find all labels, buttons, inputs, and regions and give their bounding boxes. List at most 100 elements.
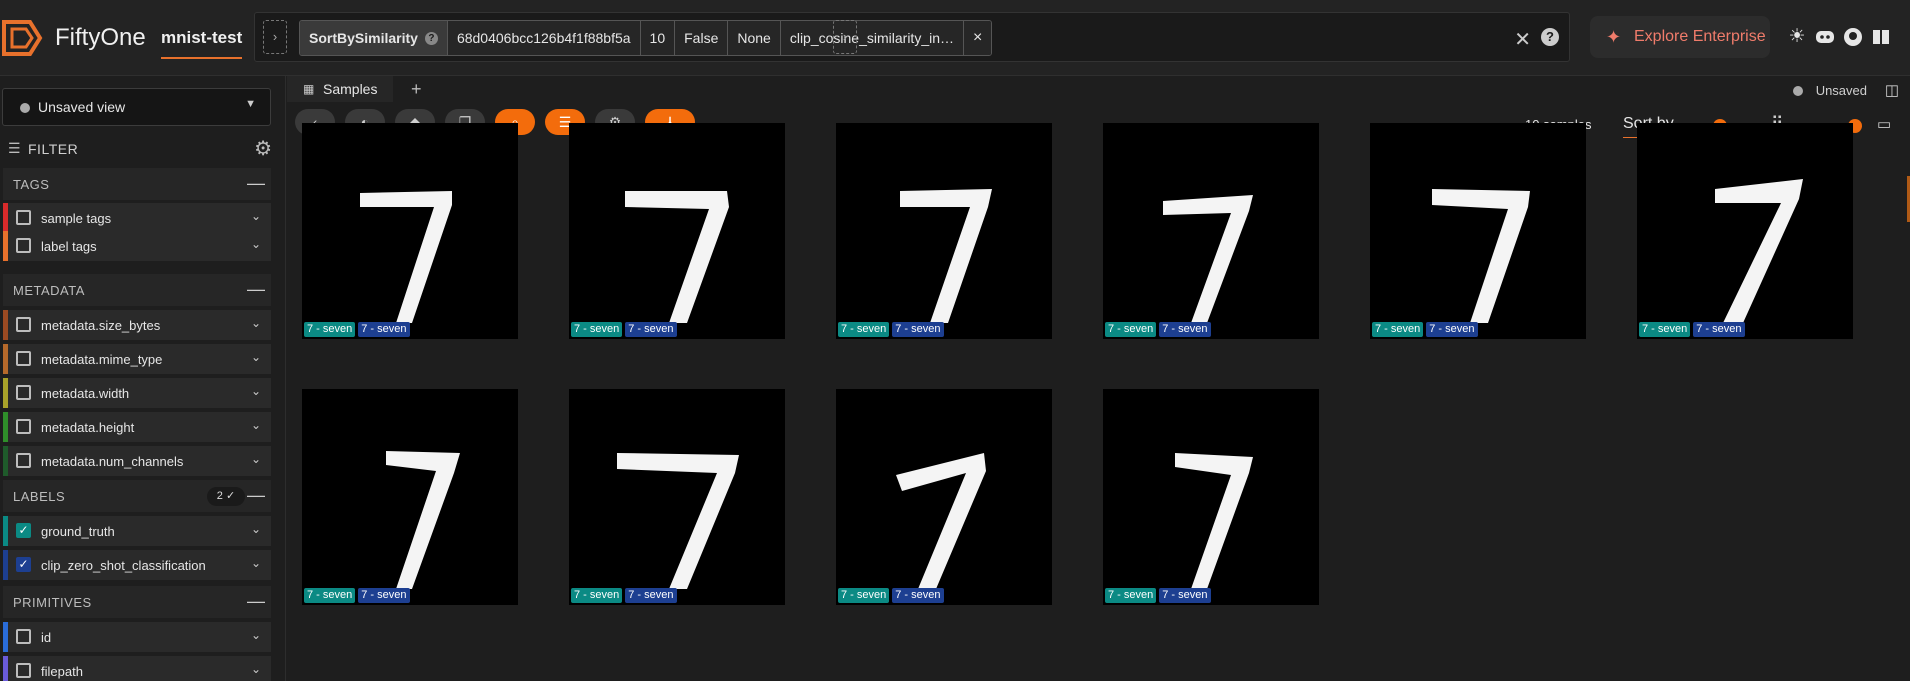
view-bar-expand-left-icon[interactable]: › [263,20,287,54]
field-metadata-size-bytes[interactable]: metadata.size_bytes ⌄ [3,310,271,340]
field-metadata-height[interactable]: metadata.height ⌄ [3,412,271,442]
field-checkbox-checked[interactable]: ✓ [16,523,31,538]
brand-name[interactable]: FiftyOne [55,24,146,52]
view-bar-help-icon[interactable]: ? [1541,28,1559,46]
clip-prediction-tag: 7 - seven [625,588,677,603]
field-checkbox[interactable] [16,238,31,253]
section-metadata[interactable]: METADATA — [3,274,271,306]
clip-prediction-tag: 7 - seven [1426,322,1478,337]
dataset-selector[interactable]: mnist-test [161,28,243,59]
ground-truth-tag: 7 - seven [304,588,356,603]
section-tags[interactable]: TAGS — [3,168,271,200]
sample-tile[interactable]: 7 - seven 7 - seven [1103,389,1319,605]
field-checkbox[interactable] [16,385,31,400]
field-clip-zero-shot-classification[interactable]: ✓ clip_zero_shot_classification ⌄ [3,550,271,580]
sample-tile[interactable]: 7 - seven 7 - seven [1103,123,1319,339]
section-primitives[interactable]: PRIMITIVES — [3,586,271,618]
field-checkbox[interactable] [16,629,31,644]
section-label: METADATA [13,283,85,298]
theme-toggle-sun-icon[interactable]: ☀ [1786,26,1808,48]
chevron-down-icon[interactable]: ⌄ [251,237,261,251]
github-icon[interactable] [1842,26,1864,48]
discord-icon[interactable] [1814,26,1836,48]
stage-name[interactable]: SortBySimilarity ? [300,21,448,55]
field-label: metadata.width [41,386,130,401]
ground-truth-tag: 7 - seven [571,322,623,337]
ground-truth-tag: 7 - seven [1639,322,1691,337]
field-metadata-mime-type[interactable]: metadata.mime_type ⌄ [3,344,271,374]
field-filepath[interactable]: filepath ⌄ [3,656,271,681]
label-tags: 7 - seven 7 - seven [304,322,410,337]
labels-count-badge[interactable]: 2 ✓ [207,487,245,506]
chevron-down-icon[interactable]: ⌄ [251,209,261,223]
chevron-down-icon[interactable]: ⌄ [251,662,261,676]
stage-param-query-id[interactable]: 68d0406bcc126b4f1f88bf5a [447,21,641,55]
section-labels[interactable]: LABELS 2 ✓ — [3,480,271,512]
chevron-down-icon[interactable]: ⌄ [251,316,261,330]
add-panel-button[interactable]: + [411,76,422,102]
stage-help-icon[interactable]: ? [424,31,438,45]
sample-tile[interactable]: 7 - seven 7 - seven [302,123,518,339]
collapse-icon[interactable]: — [247,173,265,194]
sample-tile[interactable]: 7 - seven 7 - seven [302,389,518,605]
chevron-down-icon[interactable]: ⌄ [251,350,261,364]
chevron-down-icon[interactable]: ⌄ [251,556,261,570]
stage-param-k[interactable]: 10 [640,21,676,55]
sample-tile[interactable]: 7 - seven 7 - seven [1370,123,1586,339]
tab-samples[interactable]: ▦ Samples [287,76,393,102]
field-ground-truth[interactable]: ✓ ground_truth ⌄ [3,516,271,546]
explore-enterprise-button[interactable]: ✦ Explore Enterprise [1590,16,1770,58]
sample-tile[interactable]: 7 - seven 7 - seven [1637,123,1853,339]
label-tags: 7 - seven 7 - seven [571,588,677,603]
label-tags: 7 - seven 7 - seven [1372,322,1478,337]
chevron-down-icon[interactable]: ⌄ [251,522,261,536]
view-bar-add-stage-icon[interactable]: › [833,20,857,54]
sample-tile[interactable]: 7 - seven 7 - seven [569,389,785,605]
collapse-icon[interactable]: — [247,279,265,300]
filter-header: ☰ FILTER ⚙ [8,136,272,162]
sidebar-settings-gear-icon[interactable]: ⚙ [254,136,272,161]
split-layout-icon[interactable]: ◫ [1885,81,1899,99]
sample-tile[interactable]: 7 - seven 7 - seven [569,123,785,339]
field-label: metadata.mime_type [41,352,163,367]
collapse-icon[interactable]: — [247,485,265,506]
docs-book-icon[interactable] [1870,26,1892,48]
clip-prediction-tag: 7 - seven [892,588,944,603]
field-metadata-width[interactable]: metadata.width ⌄ [3,378,271,408]
filter-label: FILTER [28,141,79,157]
chevron-down-icon[interactable]: ⌄ [251,384,261,398]
chevron-down-icon[interactable]: ⌄ [251,628,261,642]
field-sample-tags[interactable]: sample tags ⌄ [3,203,271,233]
field-checkbox[interactable] [16,351,31,366]
digit-seven-image [1163,195,1253,323]
stage-param-reverse[interactable]: False [675,21,729,55]
stage-remove-icon[interactable]: × [964,21,992,55]
saved-view-selector[interactable]: Unsaved view ▼ [2,88,271,126]
clear-view-icon[interactable]: ✕ [1514,27,1531,52]
field-checkbox[interactable] [16,663,31,678]
chevron-down-icon[interactable]: ⌄ [251,452,261,466]
field-checkbox[interactable] [16,317,31,332]
label-tags: 7 - seven 7 - seven [1105,588,1211,603]
field-id[interactable]: id ⌄ [3,622,271,652]
view-stage-sort-by-similarity[interactable]: SortBySimilarity ? 68d0406bcc126b4f1f88b… [299,20,993,56]
field-label: clip_zero_shot_classification [41,558,206,573]
field-metadata-num-channels[interactable]: metadata.num_channels ⌄ [3,446,271,476]
digit-seven-image [386,451,460,589]
stage-param-dist-field[interactable]: None [728,21,781,55]
field-checkbox[interactable] [16,210,31,225]
label-tags: 7 - seven 7 - seven [1639,322,1745,337]
chevron-down-icon[interactable]: ⌄ [251,418,261,432]
field-checkbox[interactable] [16,453,31,468]
collapse-icon[interactable]: — [247,591,265,612]
sample-tile[interactable]: 7 - seven 7 - seven [836,123,1052,339]
field-checkbox-checked[interactable]: ✓ [16,557,31,572]
field-checkbox[interactable] [16,419,31,434]
view-bar: › SortBySimilarity ? 68d0406bcc126b4f1f8… [254,12,1570,62]
field-label-tags[interactable]: label tags ⌄ [3,231,271,261]
fullscreen-icon[interactable]: ▭ [1877,115,1891,133]
sample-tile[interactable]: 7 - seven 7 - seven [836,389,1052,605]
clip-prediction-tag: 7 - seven [1159,322,1211,337]
stage-param-brain-key[interactable]: clip_cosine_similarity_in… [780,21,964,55]
fiftyone-logo-icon[interactable] [0,16,44,60]
